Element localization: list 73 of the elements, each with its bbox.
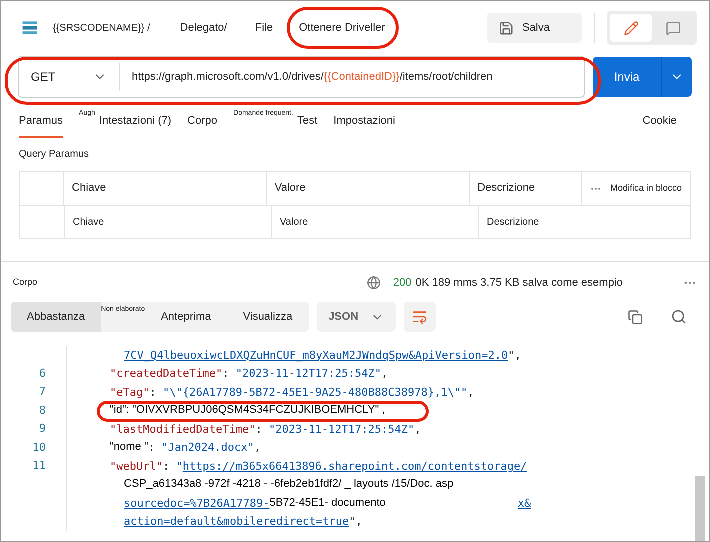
json-string: ": [176, 460, 183, 472]
tab[interactable]: Corpo: [188, 113, 218, 138]
tab[interactable]: Impostazioni: [334, 113, 396, 138]
json-text: "nome ": [110, 442, 148, 454]
json-link[interactable]: sourcedoc=%7B26A17789-: [124, 498, 270, 509]
line-number: 9: [38, 421, 46, 437]
edit-button[interactable]: [610, 14, 652, 42]
json-key: "eTag": [110, 386, 150, 398]
copy-icon[interactable]: [628, 310, 643, 324]
table-cell-placeholder[interactable]: Chiave: [73, 214, 104, 230]
json-punctuation: ",: [508, 350, 522, 361]
line-number: 10: [32, 440, 46, 456]
save-icon: [499, 20, 514, 36]
json-text: CSP_a61343a8 -972f -4218 - -6feb2eb1fdf2/ _ layouts /15/Doc. asp: [124, 479, 454, 490]
json-punctuation: ,: [382, 368, 388, 380]
bulk-edit-link[interactable]: Modifica in blocco: [610, 182, 682, 196]
save-button[interactable]: Salva: [487, 13, 582, 43]
json-text: "id": "OIVXVRBPUJ06QSM4S34FCZUJKIBOEMHCLY" ,: [110, 405, 386, 416]
pencil-icon: [624, 20, 638, 36]
json-punctuation: :: [222, 368, 230, 380]
tab[interactable]: Intestazioni (7): [99, 113, 172, 138]
breadcrumb-item[interactable]: Delegato/: [180, 20, 228, 36]
line-number: 8: [38, 402, 46, 418]
breadcrumb-item[interactable]: {{SRSCODENAME}} /: [53, 20, 150, 36]
view-tab[interactable]: Abbastanza: [11, 302, 102, 332]
format-dropdown[interactable]: JSON: [316, 302, 396, 332]
json-key: "webUrl": [110, 460, 163, 472]
json-string: "Jan2024.docx": [162, 442, 254, 454]
json-link[interactable]: https://m365x66413896.sharepoint.com/contentstorage/: [182, 460, 528, 472]
json-string: "2023-11-12T17:25:54Z": [268, 424, 415, 435]
tab[interactable]: Paramus: [19, 113, 64, 138]
json-punctuation: :: [148, 442, 156, 454]
json-link[interactable]: action=default&mobileredirect=true: [124, 516, 350, 528]
json-punctuation: :: [162, 460, 171, 472]
response-title: Corpo: [13, 276, 38, 290]
request-name: Ottenere Driveller: [299, 20, 386, 36]
comment-icon: [666, 20, 680, 36]
json-text: 5B72-45E1- documento: [270, 498, 386, 509]
wrap-icon: [412, 309, 428, 325]
json-punctuation: ,: [468, 386, 474, 398]
column-header: Valore: [274, 181, 306, 196]
json-key: "lastModifiedDateTime": [110, 424, 256, 435]
table-cell-placeholder[interactable]: Valore: [280, 214, 308, 230]
method-dropdown[interactable]: GET: [19, 68, 119, 86]
json-key: "createdDateTime": [110, 368, 223, 380]
status-text: 0K 189 mms 3,75 KB salva come esempio: [416, 276, 623, 291]
scrollbar: [695, 476, 705, 541]
json-punctuation: ,: [414, 424, 422, 435]
json-link[interactable]: 7CV_Q4lbeuoxiwcLDXQZuHnCUF_m8yXauM2JWndqSpw&ApiVersion=2.0: [124, 350, 508, 361]
json-string: "\"{26A17789-5B72-45E1-9A25-480B88C38978},1\"": [163, 386, 468, 398]
view-tab[interactable]: Visualizza: [227, 302, 309, 332]
json-punctuation: :: [150, 386, 158, 398]
url-input[interactable]: https://graph.microsoft.com/v1.0/drives/{{ContainedID}}/items/root/children: [120, 68, 505, 86]
json-punctuation: :: [256, 424, 264, 435]
breadcrumb-item[interactable]: File: [255, 20, 274, 36]
status-code: 200: [393, 276, 412, 291]
wrap-button[interactable]: [404, 302, 436, 332]
column-header: Descrizione: [478, 181, 536, 196]
table-cell-placeholder[interactable]: Descrizione: [487, 214, 540, 230]
tab[interactable]: Test: [297, 113, 318, 138]
line-number: 11: [32, 458, 46, 474]
json-string: "2023-11-12T17:25:54Z": [236, 368, 382, 380]
section-title: Query Paramus: [18, 148, 90, 162]
column-header: Chiave: [72, 181, 106, 196]
json-link[interactable]: x&: [518, 498, 532, 509]
globe-icon[interactable]: [367, 276, 382, 290]
search-icon[interactable]: [671, 309, 687, 325]
json-punctuation: ,: [254, 442, 261, 454]
cookie-link[interactable]: Cookie: [642, 113, 677, 130]
view-tab[interactable]: Anteprima: [145, 302, 228, 332]
line-number: 7: [38, 384, 46, 400]
json-punctuation: ",: [349, 516, 362, 528]
line-number: 6: [38, 366, 46, 382]
